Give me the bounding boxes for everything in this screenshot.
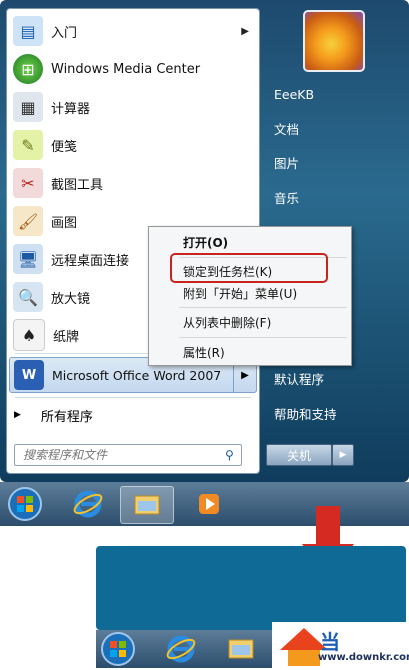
media-center-icon: ⊞ (13, 54, 43, 84)
right-item-music[interactable]: 音乐 (266, 183, 396, 211)
program-label: 入门 (51, 25, 78, 41)
media-player-icon (199, 494, 219, 514)
explorer-folder-icon (134, 495, 160, 515)
program-label: 远程桌面连接 (51, 253, 130, 269)
right-item-user-folder[interactable]: EeeKB (266, 80, 396, 108)
program-label: 画图 (51, 215, 78, 231)
program-label: 便笺 (51, 139, 78, 155)
all-programs-button[interactable]: ▶ 所有程序 (6, 400, 246, 430)
word-icon: W (14, 360, 44, 390)
internet-explorer-icon (166, 635, 196, 663)
program-item-getting-started[interactable]: ▤ 入门 ▶ (9, 13, 257, 49)
context-menu: 打开(O) 锁定到任务栏(K) 附到「开始」菜单(U) 从列表中删除(F) 属性… (148, 226, 352, 366)
watermark-logo-text: 当 (320, 630, 340, 654)
magnifier-icon: 🔍 (13, 282, 43, 312)
right-item-label: 音乐 (274, 190, 300, 206)
solitaire-icon: ♠ (13, 319, 45, 351)
search-input[interactable] (21, 447, 225, 463)
start-orb-icon (8, 487, 42, 521)
start-orb-button[interactable] (4, 486, 46, 522)
watermark-text: www.downkr.com (318, 652, 409, 663)
right-item-label: 图片 (274, 155, 300, 171)
shutdown-button[interactable]: 关机 (266, 444, 332, 466)
program-label: 计算器 (51, 101, 91, 117)
submenu-arrow-icon: ▶ (241, 25, 249, 37)
right-item-help-support[interactable]: 帮助和支持 (266, 399, 396, 427)
right-item-pictures[interactable]: 图片 (266, 148, 396, 176)
right-item-label: 文档 (274, 121, 300, 137)
snipping-tool-icon: ✂ (13, 168, 43, 198)
chevron-right-icon: ▶ (241, 369, 249, 381)
right-item-default-programs[interactable]: 默认程序 (266, 364, 396, 392)
program-label: 纸牌 (53, 329, 80, 345)
taskbar-ie-button[interactable] (66, 486, 110, 522)
user-avatar[interactable] (303, 10, 365, 72)
divider (179, 337, 347, 338)
right-item-label: 默认程序 (274, 371, 325, 387)
context-item-pin-start[interactable]: 附到「开始」菜单(U) (183, 282, 297, 304)
program-item-snipping-tool[interactable]: ✂ 截图工具 (9, 165, 257, 201)
right-item-label: EeeKB (274, 86, 315, 102)
right-item-label: 帮助和支持 (274, 406, 337, 422)
highlight-box (170, 253, 328, 283)
context-item-label: 属性(R) (183, 345, 225, 360)
remote-desktop-icon: 🖥 (13, 244, 43, 274)
program-label: 放大镜 (51, 291, 91, 307)
all-programs-label: 所有程序 (40, 409, 93, 425)
program-item-calculator[interactable]: ▦ 计算器 (9, 89, 257, 125)
search-box[interactable]: ⚲ (14, 444, 242, 466)
search-icon[interactable]: ⚲ (225, 448, 234, 462)
context-item-label: 从列表中删除(F) (183, 315, 272, 330)
desktop-preview (96, 546, 406, 630)
taskbar-preview (96, 630, 274, 668)
context-item-label: 附到「开始」菜单(U) (183, 286, 298, 301)
calculator-icon: ▦ (13, 92, 43, 122)
program-item-sticky-notes[interactable]: ✎ 便笺 (9, 127, 257, 163)
divider (179, 307, 347, 308)
divider (15, 397, 251, 398)
chevron-right-icon: ▶ (339, 450, 347, 460)
program-item-media-center[interactable]: ⊞ Windows Media Center (9, 51, 257, 87)
taskbar-explorer-button[interactable] (120, 486, 174, 524)
program-label: Microsoft Office Word 2007 (52, 367, 222, 383)
sticky-notes-icon: ✎ (13, 130, 43, 160)
program-label: Windows Media Center (51, 61, 201, 77)
start-orb-icon (101, 632, 135, 666)
chevron-right-icon: ▶ (14, 410, 21, 420)
right-item-documents[interactable]: 文档 (266, 114, 396, 142)
shutdown-label: 关机 (286, 448, 311, 463)
context-item-open[interactable]: 打开(O) (183, 231, 228, 253)
getting-started-icon: ▤ (13, 16, 43, 46)
taskbar-media-player-button[interactable] (194, 486, 224, 522)
paint-icon: 🖌 (13, 206, 43, 236)
context-item-label: 打开(O) (183, 235, 229, 250)
shutdown-options-button[interactable]: ▶ (332, 444, 354, 466)
context-item-remove[interactable]: 从列表中删除(F) (183, 311, 271, 333)
context-item-properties[interactable]: 属性(R) (183, 341, 225, 363)
internet-explorer-icon (73, 490, 103, 518)
program-label: 截图工具 (51, 177, 104, 193)
explorer-folder-icon (228, 639, 254, 659)
